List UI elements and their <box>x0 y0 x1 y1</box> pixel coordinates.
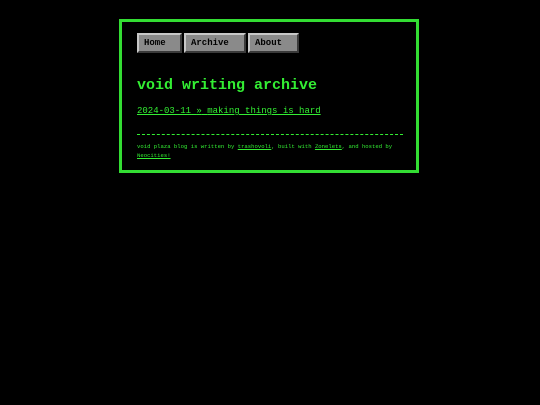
home-button[interactable]: Home <box>137 33 182 53</box>
archive-entry-link[interactable]: 2024-03-11 » making things is hard <box>137 106 321 116</box>
footer-text-1: void plaza blog is written by <box>137 143 238 150</box>
page-title: void writing archive <box>137 77 318 94</box>
about-button[interactable]: About <box>248 33 299 53</box>
footer-text-2: , built with <box>271 143 315 150</box>
entry-date: 2024-03-11 <box>137 106 192 116</box>
divider <box>137 134 403 135</box>
entry-title: making things is hard <box>207 106 321 116</box>
main-frame: Home Archive About void writing archive … <box>119 19 419 173</box>
footer-text-3: , and hosted by <box>341 143 393 150</box>
entry-separator: » <box>196 106 202 116</box>
neocities-link[interactable]: Neocities! <box>137 152 171 159</box>
archive-entry: 2024-03-11 » making things is hard <box>137 106 321 116</box>
footer: void plaza blog is written by trashovoli… <box>137 142 405 160</box>
archive-button[interactable]: Archive <box>184 33 246 53</box>
zonelets-link[interactable]: Zonelets <box>315 143 342 150</box>
author-link[interactable]: trashovoli <box>238 143 272 150</box>
nav-bar: Home Archive About <box>137 33 299 53</box>
